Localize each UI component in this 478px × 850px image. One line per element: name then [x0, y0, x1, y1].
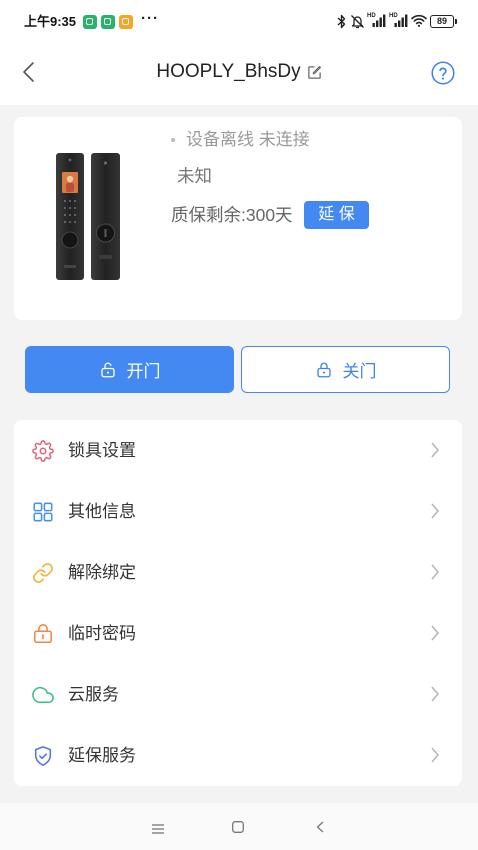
lock-icon — [315, 361, 333, 379]
status-more-indicator: ··· — [141, 10, 159, 27]
app-notification-icon — [101, 15, 115, 29]
open-door-label: 开门 — [126, 362, 161, 381]
app-notification-icon — [83, 15, 97, 29]
menu-item-other-info[interactable]: 其他信息 — [14, 481, 462, 542]
menu-item-temp-password[interactable]: 临时密码 — [14, 603, 462, 664]
lock-icon — [32, 623, 54, 645]
top-bar: 上午9:35 ··· HD HD 89 HOOPLY_BhsDy — [0, 0, 478, 105]
help-icon[interactable] — [431, 61, 455, 85]
close-door-button[interactable]: 关门 — [241, 346, 450, 393]
home-icon[interactable] — [232, 820, 244, 838]
menu-item-label: 锁具设置 — [68, 440, 136, 460]
menu-item-unbind[interactable]: 解除绑定 — [14, 542, 462, 603]
menu-item-label: 临时密码 — [68, 623, 136, 643]
chevron-right-icon — [430, 686, 440, 702]
gear-icon — [32, 439, 54, 462]
close-door-label: 关门 — [342, 362, 377, 381]
menu-item-label: 其他信息 — [68, 501, 136, 521]
chevron-right-icon — [430, 503, 440, 519]
cloud-icon — [32, 684, 54, 706]
menu-item-label: 云服务 — [68, 684, 119, 704]
link-icon — [32, 562, 54, 584]
chevron-right-icon — [430, 747, 440, 763]
menu-item-cloud-service[interactable]: 云服务 — [14, 664, 462, 725]
menu-item-label: 解除绑定 — [68, 562, 136, 582]
wifi-icon — [411, 14, 427, 32]
device-card: 设备离线 未连接 未知 质保剩余:300天 延 保 — [14, 117, 462, 320]
menu-icon[interactable] — [152, 821, 164, 839]
chevron-right-icon — [430, 442, 440, 458]
back-icon[interactable] — [316, 820, 324, 838]
header-title-group: HOOPLY_BhsDy — [0, 59, 478, 85]
status-dot — [171, 138, 175, 142]
bluetooth-icon — [337, 14, 346, 34]
menu-item-lock-settings[interactable]: 锁具设置 — [14, 420, 462, 481]
chevron-right-icon — [430, 625, 440, 641]
mute-icon — [350, 14, 365, 34]
chevron-right-icon — [430, 564, 440, 580]
device-image — [55, 153, 121, 281]
signal-icon: HD — [367, 13, 386, 27]
edit-icon[interactable] — [307, 65, 322, 80]
connection-status: 设备离线 未连接 — [186, 130, 310, 149]
app-notification-icon — [119, 15, 133, 29]
grid-icon — [32, 501, 54, 523]
menu-item-label: 延保服务 — [68, 745, 136, 765]
battery-tip — [455, 19, 457, 24]
battery-icon: 89 — [430, 15, 454, 28]
menu-list: 锁具设置 其他信息 解除绑定 临时密码 云服务 延保服务 — [14, 420, 462, 786]
page-title: HOOPLY_BhsDy — [156, 61, 301, 82]
menu-item-extended-warranty[interactable]: 延保服务 — [14, 725, 462, 786]
extend-warranty-button[interactable]: 延 保 — [304, 201, 369, 229]
signal-icon: HD — [389, 13, 408, 27]
device-info: 未知 — [177, 166, 212, 186]
unlock-icon — [99, 361, 117, 379]
warranty-remaining: 质保剩余:300天 — [171, 205, 293, 225]
open-door-button[interactable]: 开门 — [25, 346, 234, 393]
system-nav-bar — [0, 803, 478, 850]
shield-icon — [32, 745, 54, 767]
status-time: 上午9:35 — [24, 14, 77, 29]
